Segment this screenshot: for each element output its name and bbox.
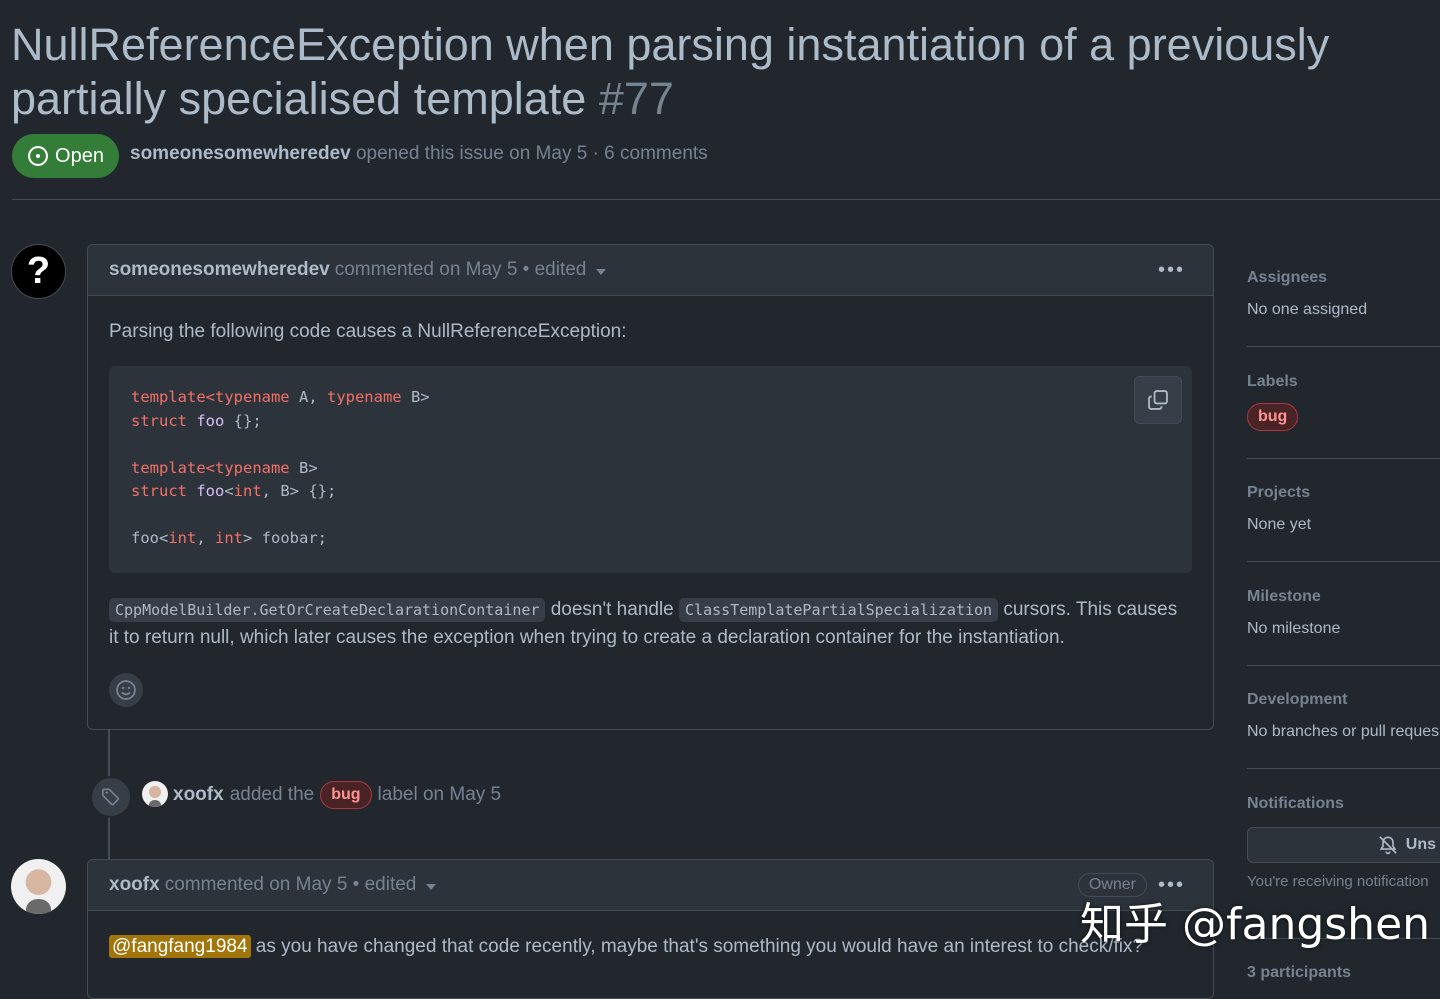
issue-meta: someonesomewheredev opened this issue on… [130, 143, 708, 165]
projects-value: None yet [1247, 516, 1312, 533]
avatar[interactable]: ? [11, 244, 66, 299]
chevron-down-icon[interactable] [596, 269, 607, 275]
smiley-icon [116, 680, 136, 700]
labels-title[interactable]: Labels [1247, 373, 1440, 391]
event-author-link[interactable]: xoofx [173, 784, 224, 806]
milestone-value: No milestone [1247, 620, 1341, 637]
inline-code: CppModelBuilder.GetOrCreateDeclarationCo… [109, 598, 546, 622]
code-line: template<typename B> [131, 458, 318, 477]
participants-title: 3 participants [1247, 964, 1352, 981]
copy-icon [1148, 390, 1168, 410]
watermark: 知乎 @fangshen [1080, 899, 1431, 950]
comment-paragraph: @fangfang1984 as you have changed that c… [109, 933, 1143, 961]
labels-section: Labels bug [1247, 373, 1440, 431]
issue-comment: someonesomewheredev commented on May 5 •… [87, 244, 1214, 730]
sidebar-divider [1247, 458, 1440, 459]
notifications-title: Notifications [1247, 795, 1344, 812]
code-line: struct foo<int, B> {}; [131, 482, 337, 500]
issue-open-icon [28, 146, 48, 166]
milestone-title[interactable]: Milestone [1247, 588, 1440, 606]
issue-meta-text: opened this issue on May 5 · 6 comments [355, 143, 708, 164]
development-section: Development No branches or pull reques [1247, 691, 1440, 741]
avatar[interactable] [142, 781, 168, 807]
header-divider [12, 199, 1440, 200]
development-value: No branches or pull reques [1247, 723, 1440, 740]
projects-title[interactable]: Projects [1247, 484, 1440, 502]
comment-paragraph: CppModelBuilder.GetOrCreateDeclarationCo… [109, 598, 1178, 648]
code-line: foo<int, int> foobar; [131, 529, 327, 547]
copy-button[interactable] [1134, 376, 1182, 424]
notifications-section: Notifications [1247, 795, 1440, 813]
issue-number: #77 [598, 73, 674, 124]
assignees-section: Assignees No one assigned [1247, 269, 1440, 319]
development-title[interactable]: Development [1247, 691, 1440, 709]
issue-state-label: Open [55, 144, 104, 167]
comment-author-link[interactable]: someonesomewheredev [109, 259, 330, 281]
sidebar-divider [1247, 768, 1440, 769]
issue-state-badge: Open [12, 134, 119, 178]
bell-slash-icon [1379, 836, 1397, 855]
bug-label[interactable]: bug [320, 781, 372, 809]
timeline-event: xoofx added the bug label on May 5 [173, 781, 501, 809]
sidebar-divider [1247, 665, 1440, 666]
bug-label[interactable]: bug [1247, 403, 1299, 431]
issue-author-link[interactable]: someonesomewheredev [130, 143, 351, 164]
participants-section: 3 participants [1247, 964, 1440, 982]
issue-title: NullReferenceException when parsing inst… [11, 18, 1431, 126]
user-mention[interactable]: @fangfang1984 [109, 935, 251, 958]
projects-section: Projects None yet [1247, 484, 1440, 534]
comment-author-link[interactable]: xoofx [109, 874, 160, 896]
code-block: template<typename A, typename B> struct … [109, 366, 1192, 573]
comment-meta: commented on May 5 • edited [334, 259, 587, 280]
inline-code: ClassTemplatePartialSpecialization [679, 598, 999, 622]
event-text-after: label on May 5 [377, 784, 502, 805]
unsubscribe-button[interactable]: Uns [1247, 827, 1440, 863]
assignees-value: No one assigned [1247, 301, 1368, 318]
comment-header: xoofx commented on May 5 • edited Owner … [88, 860, 1213, 911]
event-text: added the [229, 784, 315, 805]
milestone-section: Milestone No milestone [1247, 588, 1440, 638]
avatar[interactable] [11, 859, 66, 914]
code-line: template<typename A, typename B> [131, 388, 430, 406]
issue-comment: xoofx commented on May 5 • edited Owner … [87, 859, 1214, 999]
add-reaction-button[interactable] [109, 673, 143, 707]
comment-meta: commented on May 5 • edited [164, 874, 417, 895]
comment-intro: Parsing the following code causes a Null… [109, 321, 627, 342]
kebab-menu-icon[interactable]: ••• [1158, 259, 1185, 282]
unsubscribe-label: Uns [1405, 836, 1436, 853]
sidebar-divider [1247, 346, 1440, 347]
sidebar-divider [1247, 561, 1440, 562]
comment-header: someonesomewheredev commented on May 5 •… [88, 245, 1213, 296]
chevron-down-icon[interactable] [426, 884, 437, 890]
assignees-title[interactable]: Assignees [1247, 269, 1440, 287]
tag-icon [90, 776, 132, 818]
code-line: struct foo {}; [131, 411, 262, 430]
